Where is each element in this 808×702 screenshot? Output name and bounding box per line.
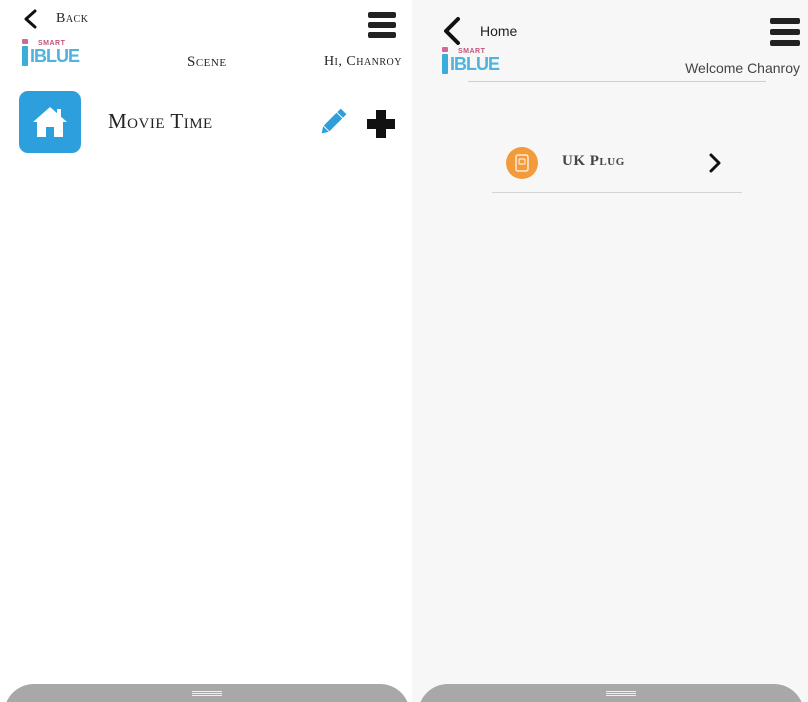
bottom-sheet-handle[interactable] bbox=[4, 684, 410, 702]
chevron-left-icon bbox=[24, 9, 37, 29]
scene-name: Movie Time bbox=[108, 109, 213, 133]
grip-icon bbox=[192, 691, 222, 696]
menu-icon[interactable] bbox=[770, 18, 800, 46]
device-list-item[interactable]: UK Plug bbox=[492, 133, 742, 193]
logo-word-text: IBLUE bbox=[450, 54, 500, 74]
scene-list-item: Movie Time bbox=[18, 91, 402, 155]
pencil-icon[interactable] bbox=[316, 105, 350, 139]
back-button[interactable]: Home bbox=[440, 16, 517, 46]
page-title: Scene bbox=[187, 54, 227, 70]
app-logo: SMART IBLUE bbox=[18, 38, 80, 72]
home-icon bbox=[33, 107, 67, 137]
user-greeting: Welcome Chanroy bbox=[685, 60, 800, 76]
scene-tile-movie-time[interactable] bbox=[19, 91, 81, 153]
bottom-sheet-handle[interactable] bbox=[418, 684, 804, 702]
user-greeting: Hi, Chanroy bbox=[323, 54, 402, 69]
menu-icon[interactable] bbox=[368, 12, 396, 38]
logo-word-text: IBLUE bbox=[30, 46, 80, 66]
back-label: Back bbox=[56, 11, 89, 26]
device-name: UK Plug bbox=[562, 153, 625, 169]
back-label: Home bbox=[480, 23, 518, 39]
device-divider bbox=[492, 192, 742, 193]
plug-icon bbox=[506, 147, 538, 179]
app-logo: SMART IBLUE bbox=[438, 46, 500, 80]
back-button[interactable]: Back bbox=[20, 8, 88, 30]
chevron-right-icon bbox=[709, 153, 721, 173]
chevron-left-icon bbox=[444, 17, 460, 45]
home-screen: Home SMART IBLUE Welcome Chanroy UK Plug bbox=[412, 0, 808, 702]
header-divider bbox=[468, 81, 766, 82]
grip-icon bbox=[606, 691, 636, 696]
scene-screen: Back SMART IBLUE Scene Hi, Chanroy Movie… bbox=[0, 0, 412, 702]
plus-icon[interactable] bbox=[366, 109, 396, 139]
